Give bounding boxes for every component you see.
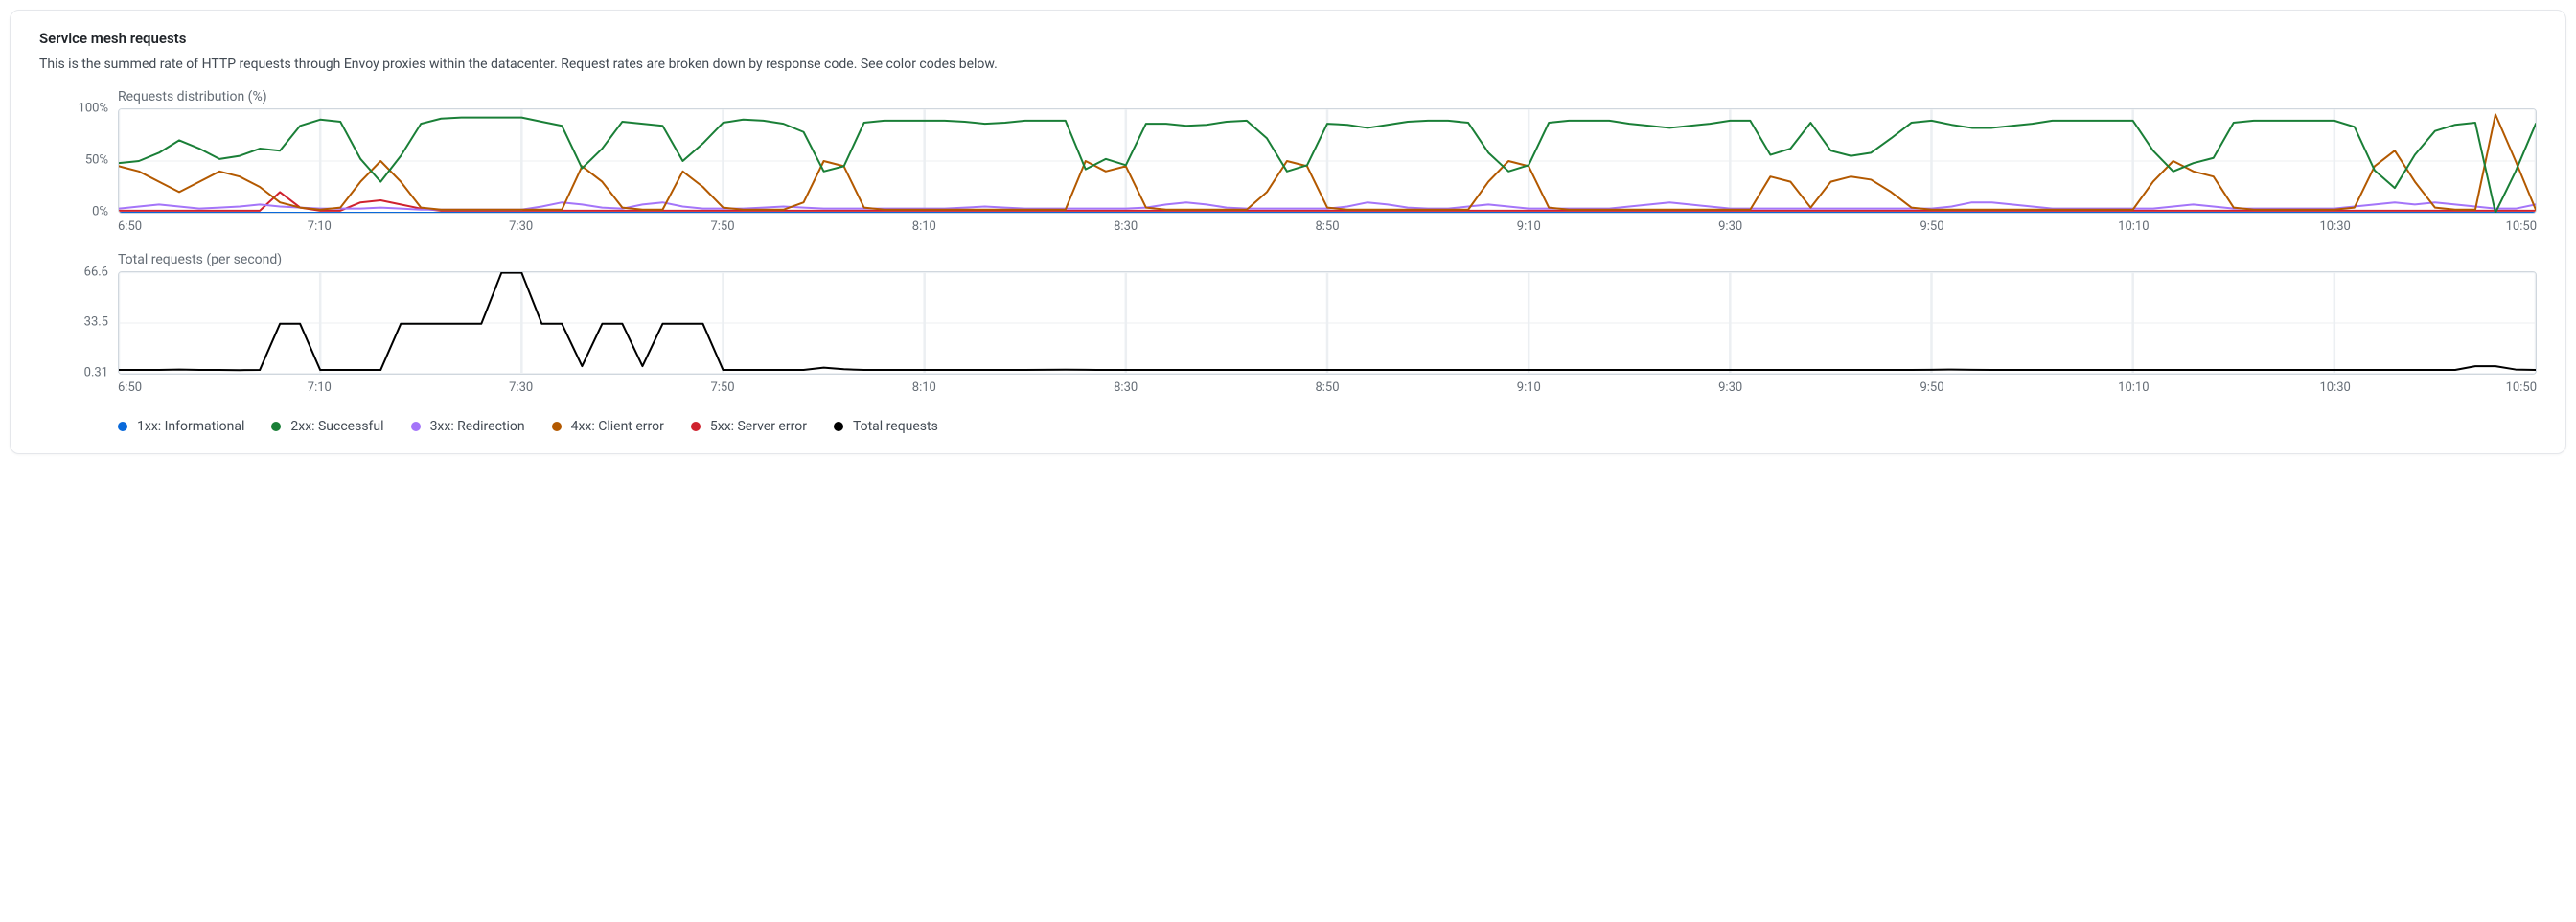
- chart-total-xaxis: 6:50 7:10 7:30 7:50 8:10 8:30 8:50 9:10 9:30 9:50…: [118, 380, 2537, 398]
- chart-distribution-title: Requests distribution (%): [118, 89, 2537, 104]
- x-tick: 9:30: [1718, 219, 1742, 234]
- chart-distribution: Requests distribution (%) 0%50%100% 6:50…: [39, 89, 2537, 237]
- chart-total: Total requests (per second) 0.3133.566.6…: [39, 252, 2537, 398]
- x-tick: 6:50: [118, 380, 142, 395]
- legend-label: 4xx: Client error: [571, 419, 664, 434]
- x-tick: 9:30: [1718, 380, 1742, 395]
- legend-item[interactable]: 3xx: Redirection: [411, 419, 525, 434]
- x-tick: 9:50: [1920, 380, 1944, 395]
- chart-distribution-xaxis: 6:50 7:10 7:30 7:50 8:10 8:30 8:50 9:10 9:30 9:50…: [118, 219, 2537, 237]
- x-tick: 8:10: [912, 380, 936, 395]
- legend-swatch: [271, 422, 281, 431]
- x-tick: 7:30: [509, 219, 533, 234]
- x-tick: 10:10: [2118, 219, 2149, 234]
- x-tick: 6:50: [118, 219, 142, 234]
- legend-item[interactable]: 4xx: Client error: [552, 419, 664, 434]
- x-tick: 9:10: [1517, 219, 1541, 234]
- x-tick: 8:30: [1114, 219, 1138, 234]
- legend-label: 2xx: Successful: [290, 419, 383, 434]
- x-tick: 8:50: [1315, 380, 1339, 395]
- chart-distribution-yaxis: 0%50%100%: [39, 108, 118, 212]
- x-tick: 10:30: [2319, 380, 2350, 395]
- x-tick: 8:10: [912, 219, 936, 234]
- x-tick: 10:50: [2506, 219, 2537, 234]
- x-tick: 10:10: [2118, 380, 2149, 395]
- x-tick: 7:50: [710, 380, 734, 395]
- card-title: Service mesh requests: [39, 30, 2537, 47]
- y-tick: 0.31: [84, 365, 108, 380]
- x-tick: 7:10: [308, 380, 332, 395]
- y-tick: 0%: [92, 205, 108, 219]
- x-tick: 8:50: [1315, 219, 1339, 234]
- legend-swatch: [118, 422, 127, 431]
- legend-label: 3xx: Redirection: [430, 419, 525, 434]
- chart-distribution-plot[interactable]: [118, 108, 2537, 214]
- x-tick: 10:30: [2319, 219, 2350, 234]
- y-tick: 50%: [85, 153, 108, 168]
- y-tick: 66.6: [84, 265, 108, 279]
- card-subtitle: This is the summed rate of HTTP requests…: [39, 57, 2537, 72]
- x-tick: 9:10: [1517, 380, 1541, 395]
- legend-label: 5xx: Server error: [710, 419, 807, 434]
- chart-total-yaxis: 0.3133.566.6: [39, 271, 118, 373]
- x-tick: 7:30: [509, 380, 533, 395]
- legend-label: Total requests: [853, 419, 938, 434]
- legend-swatch: [691, 422, 701, 431]
- y-tick: 33.5: [84, 315, 108, 330]
- x-tick: 7:50: [710, 219, 734, 234]
- legend-label: 1xx: Informational: [137, 419, 244, 434]
- legend-swatch: [834, 422, 843, 431]
- legend-item[interactable]: 5xx: Server error: [691, 419, 807, 434]
- chart-total-plot[interactable]: [118, 271, 2537, 375]
- x-tick: 7:10: [308, 219, 332, 234]
- x-tick: 10:50: [2506, 380, 2537, 395]
- legend: 1xx: Informational 2xx: Successful 3xx: Re…: [118, 413, 2537, 449]
- legend-item[interactable]: 2xx: Successful: [271, 419, 383, 434]
- chart-total-title: Total requests (per second): [118, 252, 2537, 267]
- legend-item[interactable]: Total requests: [834, 419, 938, 434]
- legend-item[interactable]: 1xx: Informational: [118, 419, 244, 434]
- x-tick: 9:50: [1920, 219, 1944, 234]
- legend-swatch: [411, 422, 421, 431]
- y-tick: 100%: [79, 102, 108, 116]
- service-mesh-card: Service mesh requests This is the summed…: [10, 10, 2566, 454]
- legend-swatch: [552, 422, 562, 431]
- x-tick: 8:30: [1114, 380, 1138, 395]
